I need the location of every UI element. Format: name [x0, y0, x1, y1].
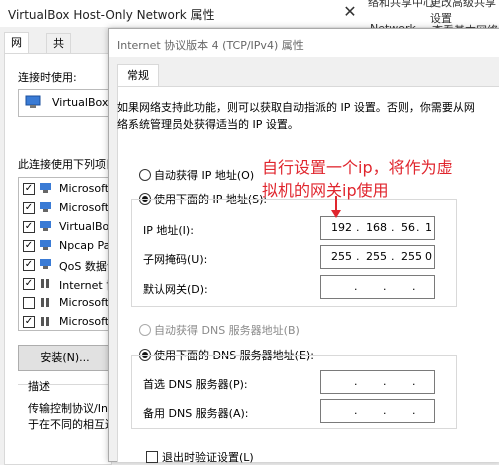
- list-item[interactable]: ✓ Microsoft: [23, 199, 111, 217]
- octet-dot: .: [354, 280, 358, 293]
- octet-dot: .: [412, 404, 416, 417]
- list-item[interactable]: Microsoft: [23, 294, 111, 312]
- item-label: QoS 数据包: [59, 260, 112, 273]
- network-client-icon: [40, 183, 51, 193]
- auto-ip-radio[interactable]: [139, 169, 151, 181]
- ip-address-label: IP 地址(I):: [143, 224, 194, 237]
- background-window-title: VirtualBox Host-Only Network 属性: [8, 8, 215, 22]
- default-gateway-label: 默认网关(D):: [143, 283, 208, 296]
- octet-dot: .: [412, 280, 416, 293]
- list-item[interactable]: ✓ Microsoft: [23, 180, 111, 198]
- network-adapter-icon: [25, 95, 41, 108]
- list-item[interactable]: ✓ Internet 协: [23, 275, 112, 293]
- octet-dot: .: [416, 221, 420, 234]
- item-checkbox[interactable]: ✓: [23, 221, 35, 233]
- octet-dot: .: [383, 404, 387, 417]
- close-icon[interactable]: ✕: [340, 2, 360, 22]
- subnet-mask-input[interactable]: 255 . 255 . 255 . 0: [320, 245, 435, 269]
- protocol-icon: [41, 279, 49, 288]
- list-item[interactable]: ✓ QoS 数据包: [23, 256, 112, 274]
- octet-dot: .: [412, 375, 416, 388]
- octet-dot: .: [356, 221, 360, 234]
- behind-window-text: 络和共享中心: [368, 0, 434, 9]
- ip-octet: 1: [425, 221, 432, 234]
- red-arrow-icon: [331, 196, 341, 218]
- intro-text: 如果网络支持此功能，则可以获取自动指派的 IP 设置。否则，你需要从网: [117, 101, 475, 114]
- list-item[interactable]: ✓ Npcap Pac: [23, 237, 112, 255]
- mask-octet: 0: [425, 250, 432, 263]
- octet-dot: .: [383, 375, 387, 388]
- mask-octet: 255: [331, 250, 352, 263]
- item-label: VirtualBox: [59, 220, 112, 233]
- mask-octet: 255: [366, 250, 387, 263]
- item-checkbox[interactable]: ✓: [23, 240, 35, 252]
- item-label: Npcap Pac: [59, 239, 112, 252]
- list-item[interactable]: ✓ VirtualBox: [23, 218, 112, 236]
- preferred-dns-input[interactable]: . . .: [320, 370, 435, 394]
- default-gateway-input[interactable]: . . .: [320, 275, 435, 299]
- subnet-mask-label: 子网掩码(U):: [143, 253, 208, 266]
- alternate-dns-input[interactable]: . . .: [320, 399, 435, 423]
- tab-network[interactable]: 网络: [4, 32, 29, 68]
- item-label: Microsoft: [59, 315, 110, 328]
- item-label: Microsoft: [59, 201, 110, 214]
- item-label: Internet 协: [59, 279, 112, 292]
- dialog-title: Internet 协议版本 4 (TCP/IPv4) 属性: [117, 39, 304, 52]
- octet-dot: .: [354, 375, 358, 388]
- connection-items-label: 此连接使用下列项目: [18, 158, 117, 171]
- annotation-line: 拟机的网关ip使用: [262, 181, 389, 200]
- octet-dot: .: [416, 250, 420, 263]
- preferred-dns-label: 首选 DNS 服务器(P):: [143, 378, 248, 391]
- annotation-line: 自行设置一个ip，将作为虚: [262, 158, 453, 177]
- install-button[interactable]: 安装(N)...: [18, 345, 112, 371]
- list-item[interactable]: ✓ Microsoft: [23, 313, 111, 330]
- auto-ip-label: 自动获得 IP 地址(O): [154, 169, 255, 182]
- auto-dns-radio[interactable]: [139, 324, 151, 336]
- item-checkbox[interactable]: ✓: [23, 202, 35, 214]
- network-client-icon: [40, 240, 51, 250]
- description-label: 描述: [28, 380, 50, 393]
- protocol-icon: [41, 317, 49, 326]
- item-label: Microsoft: [59, 182, 110, 195]
- network-client-icon: [40, 202, 51, 212]
- octet-dot: .: [383, 280, 387, 293]
- alternate-dns-label: 备用 DNS 服务器(A):: [143, 407, 249, 420]
- item-checkbox[interactable]: ✓: [23, 183, 35, 195]
- auto-dns-label: 自动获得 DNS 服务器地址(B): [154, 324, 300, 337]
- protocol-icon: [41, 298, 49, 307]
- item-checkbox[interactable]: ✓: [23, 259, 35, 271]
- intro-text: 络系统管理员处获得适当的 IP 设置。: [117, 118, 299, 131]
- octet-dot: .: [356, 250, 360, 263]
- network-client-icon: [40, 221, 51, 231]
- octet-dot: .: [354, 404, 358, 417]
- description-text: 传输控制协议/Inte: [28, 402, 120, 415]
- item-checkbox[interactable]: ✓: [23, 316, 35, 328]
- tab-sharing[interactable]: 共享: [46, 33, 71, 69]
- item-checkbox[interactable]: [23, 297, 35, 309]
- description-text: 于在不同的相互连: [28, 418, 116, 431]
- dialog-title-bar: Internet 协议版本 4 (TCP/IPv4) 属性: [109, 29, 499, 57]
- red-annotation: 自行设置一个ip，将作为虚 拟机的网关ip使用: [262, 156, 494, 202]
- validate-on-exit-checkbox[interactable]: [146, 451, 158, 463]
- validate-on-exit-label: 退出时验证设置(L): [162, 451, 254, 464]
- item-checkbox[interactable]: ✓: [23, 278, 35, 290]
- connection-items-list[interactable]: ✓ Microsoft ✓ Microsoft ✓ VirtualBox ✓ N…: [18, 177, 112, 331]
- connect-using-label: 连接时使用:: [18, 71, 77, 84]
- tab-general[interactable]: 常规: [117, 64, 159, 87]
- ip-octet: 56: [401, 221, 415, 234]
- ip-octet: 192: [331, 221, 352, 234]
- network-client-icon: [40, 259, 51, 269]
- octet-dot: .: [391, 221, 395, 234]
- octet-dot: .: [391, 250, 395, 263]
- item-label: Microsoft: [59, 296, 110, 309]
- ip-octet: 168: [366, 221, 387, 234]
